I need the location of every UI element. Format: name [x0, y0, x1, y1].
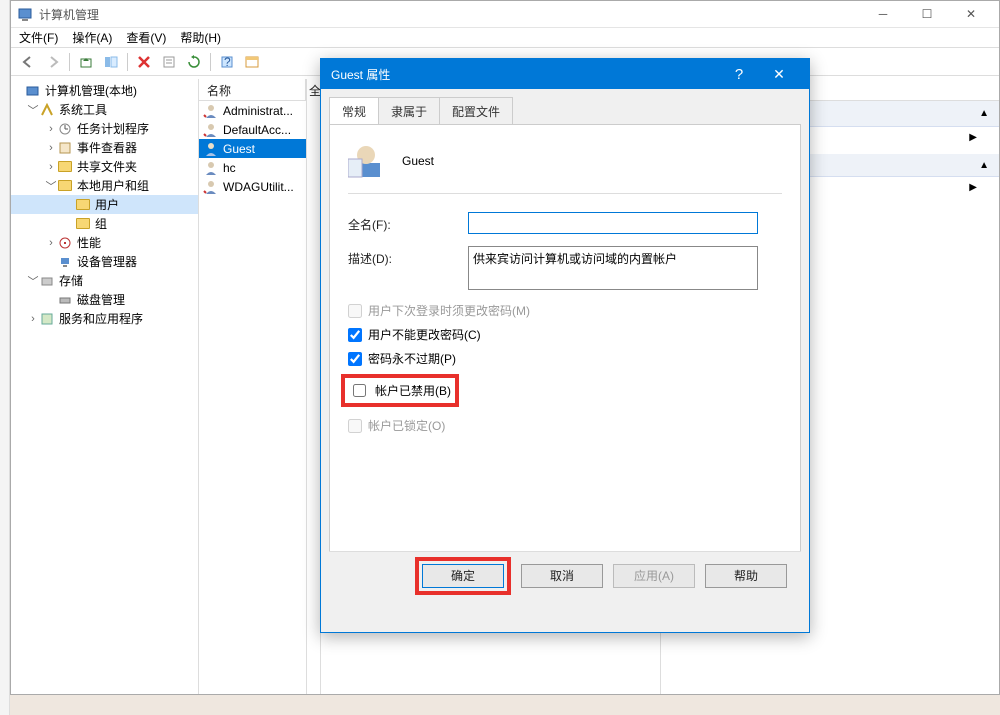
dialog-help-button[interactable]: ? [719, 66, 759, 83]
up-button[interactable] [75, 51, 97, 73]
dialog-title-bar[interactable]: Guest 属性 ? ✕ [321, 59, 809, 89]
menu-bar: 文件(F) 操作(A) 查看(V) 帮助(H) [11, 28, 999, 48]
cb-never-expire[interactable]: 密码永不过期(P) [348, 350, 782, 367]
extra-view-button[interactable] [241, 51, 263, 73]
back-button[interactable] [17, 51, 39, 73]
tree-task-scheduler[interactable]: ›任务计划程序 [11, 119, 198, 138]
window-title: 计算机管理 [39, 6, 861, 23]
minimize-button[interactable]: ─ [861, 1, 905, 27]
checkbox-must-change [348, 304, 362, 318]
chevron-right-icon: ▶ [969, 132, 977, 149]
collapse-icon: ▲ [979, 108, 989, 119]
checkbox-never-expire[interactable] [348, 352, 362, 366]
tab-strip: 常规 隶属于 配置文件 [329, 97, 801, 124]
tree-disk-management[interactable]: 磁盘管理 [11, 290, 198, 309]
help-toolbar-button[interactable]: ? [216, 51, 238, 73]
cb-must-change-pw: 用户下次登录时须更改密码(M) [348, 302, 782, 319]
maximize-button[interactable]: ☐ [905, 1, 949, 27]
tree-groups[interactable]: 组 [11, 214, 198, 233]
help-button[interactable]: 帮助 [705, 564, 787, 588]
divider [348, 193, 782, 194]
description-input[interactable] [468, 246, 758, 290]
checkbox-account-locked [348, 419, 362, 433]
menu-file[interactable]: 文件(F) [19, 29, 58, 46]
cb-account-locked: 帐户已锁定(O) [348, 417, 782, 434]
close-button[interactable]: ✕ [949, 1, 993, 27]
list-row-selected[interactable]: Guest [199, 139, 306, 158]
highlight-ok-button: 确定 [415, 557, 511, 595]
desktop-strip [10, 695, 1000, 715]
tree-system-tools[interactable]: ﹀系统工具 [11, 100, 198, 119]
dialog-button-row: 确定 取消 应用(A) 帮助 [329, 551, 801, 599]
tab-general[interactable]: 常规 [329, 97, 379, 124]
left-cropped-panel [0, 0, 10, 715]
chevron-right-icon: ▶ [969, 182, 977, 199]
list-pane[interactable]: 名称 Administrat... DefaultAcc... Guest hc… [199, 79, 307, 694]
username-label: Guest [402, 154, 434, 168]
forward-button[interactable] [42, 51, 64, 73]
tree-shared-folders[interactable]: ›共享文件夹 [11, 157, 198, 176]
fullname-label: 全名(F): [348, 212, 468, 233]
col-fullname-cropped[interactable]: 全 [307, 79, 321, 694]
delete-button[interactable] [133, 51, 155, 73]
tree-event-viewer[interactable]: ›事件查看器 [11, 138, 198, 157]
cancel-button[interactable]: 取消 [521, 564, 603, 588]
menu-help[interactable]: 帮助(H) [180, 29, 221, 46]
guest-properties-dialog: Guest 属性 ? ✕ 常规 隶属于 配置文件 Guest 全名(F): 描述… [320, 58, 810, 633]
tree-users[interactable]: 用户 [11, 195, 198, 214]
show-hide-tree-button[interactable] [100, 51, 122, 73]
tree-device-manager[interactable]: 设备管理器 [11, 252, 198, 271]
ok-button[interactable]: 确定 [422, 564, 504, 588]
tab-profile[interactable]: 配置文件 [439, 97, 513, 124]
dialog-close-button[interactable]: ✕ [759, 66, 799, 83]
row-description: 描述(D): [348, 246, 782, 290]
list-row[interactable]: hc [199, 158, 306, 177]
title-bar: 计算机管理 ─ ☐ ✕ [11, 1, 999, 28]
properties-button[interactable] [158, 51, 180, 73]
list-row[interactable]: DefaultAcc... [199, 120, 306, 139]
checkbox-cannot-change[interactable] [348, 328, 362, 342]
cb-cannot-change-pw[interactable]: 用户不能更改密码(C) [348, 326, 782, 343]
tab-member-of[interactable]: 隶属于 [378, 97, 440, 124]
tab-body-general: Guest 全名(F): 描述(D): 用户下次登录时须更改密码(M) 用户不能… [329, 124, 801, 599]
menu-action[interactable]: 操作(A) [72, 29, 112, 46]
list-header: 名称 [199, 79, 306, 101]
collapse-icon: ▲ [979, 160, 989, 171]
checkbox-account-disabled[interactable] [353, 384, 366, 397]
tree-local-users-groups[interactable]: ﹀本地用户和组 [11, 176, 198, 195]
user-icon [348, 143, 384, 179]
tree-storage[interactable]: ﹀存储 [11, 271, 198, 290]
window-controls: ─ ☐ ✕ [861, 1, 993, 27]
fullname-input[interactable] [468, 212, 758, 234]
user-header-row: Guest [348, 143, 782, 179]
svg-text:?: ? [224, 55, 231, 69]
tree-root[interactable]: 计算机管理(本地) [11, 81, 198, 100]
col-name[interactable]: 名称 [199, 79, 306, 100]
apply-button: 应用(A) [613, 564, 695, 588]
row-fullname: 全名(F): [348, 212, 782, 234]
tree-performance[interactable]: ›性能 [11, 233, 198, 252]
dialog-title: Guest 属性 [331, 66, 719, 83]
tree-services-apps[interactable]: ›服务和应用程序 [11, 309, 198, 328]
highlight-account-disabled: 帐户已禁用(B) [341, 374, 459, 407]
menu-view[interactable]: 查看(V) [126, 29, 166, 46]
refresh-button[interactable] [183, 51, 205, 73]
list-row[interactable]: Administrat... [199, 101, 306, 120]
description-label: 描述(D): [348, 246, 468, 267]
app-icon [17, 6, 33, 22]
list-row[interactable]: WDAGUtilit... [199, 177, 306, 196]
tree-pane[interactable]: 计算机管理(本地) ﹀系统工具 ›任务计划程序 ›事件查看器 ›共享文件夹 ﹀本… [11, 79, 199, 694]
